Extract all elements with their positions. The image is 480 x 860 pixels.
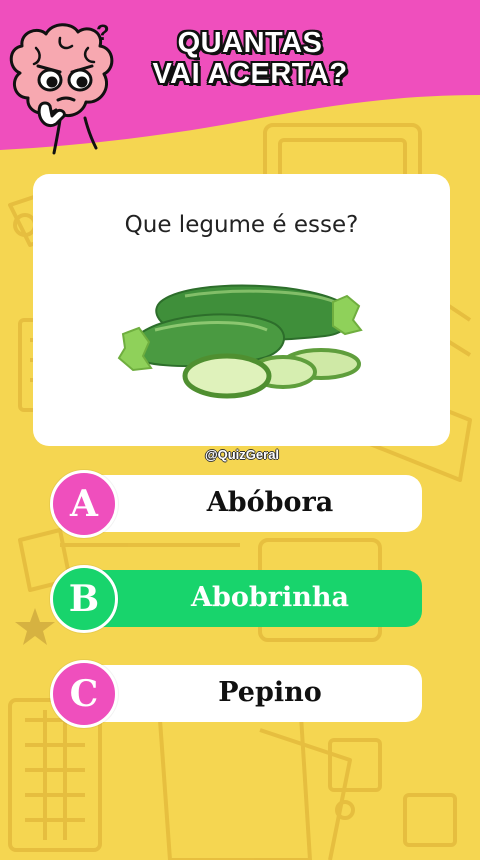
title-line-1: QUANTAS: [177, 27, 323, 59]
page-title: QUANTAS VAI ACERTA?: [120, 28, 380, 90]
option-c[interactable]: C Pepino: [50, 660, 422, 728]
option-b[interactable]: B Abobrinha: [50, 565, 422, 633]
watermark: @QuizGeral: [204, 447, 280, 462]
option-a[interactable]: A Abóbora: [50, 470, 422, 538]
brain-mascot-icon: ?: [9, 20, 114, 155]
option-c-letter: C: [69, 673, 99, 715]
question-card: Que legume é esse?: [33, 174, 450, 446]
option-b-letter: B: [68, 578, 100, 620]
option-b-label: Abobrinha: [191, 582, 349, 613]
svg-text:?: ?: [96, 20, 109, 45]
question-text: Que legume é esse?: [124, 212, 359, 238]
option-a-letter: A: [70, 483, 98, 525]
title-line-2: VAI ACERTA?: [152, 58, 348, 90]
zucchini-image: [117, 284, 363, 399]
option-c-label: Pepino: [218, 677, 322, 708]
option-a-label: Abóbora: [206, 487, 334, 518]
